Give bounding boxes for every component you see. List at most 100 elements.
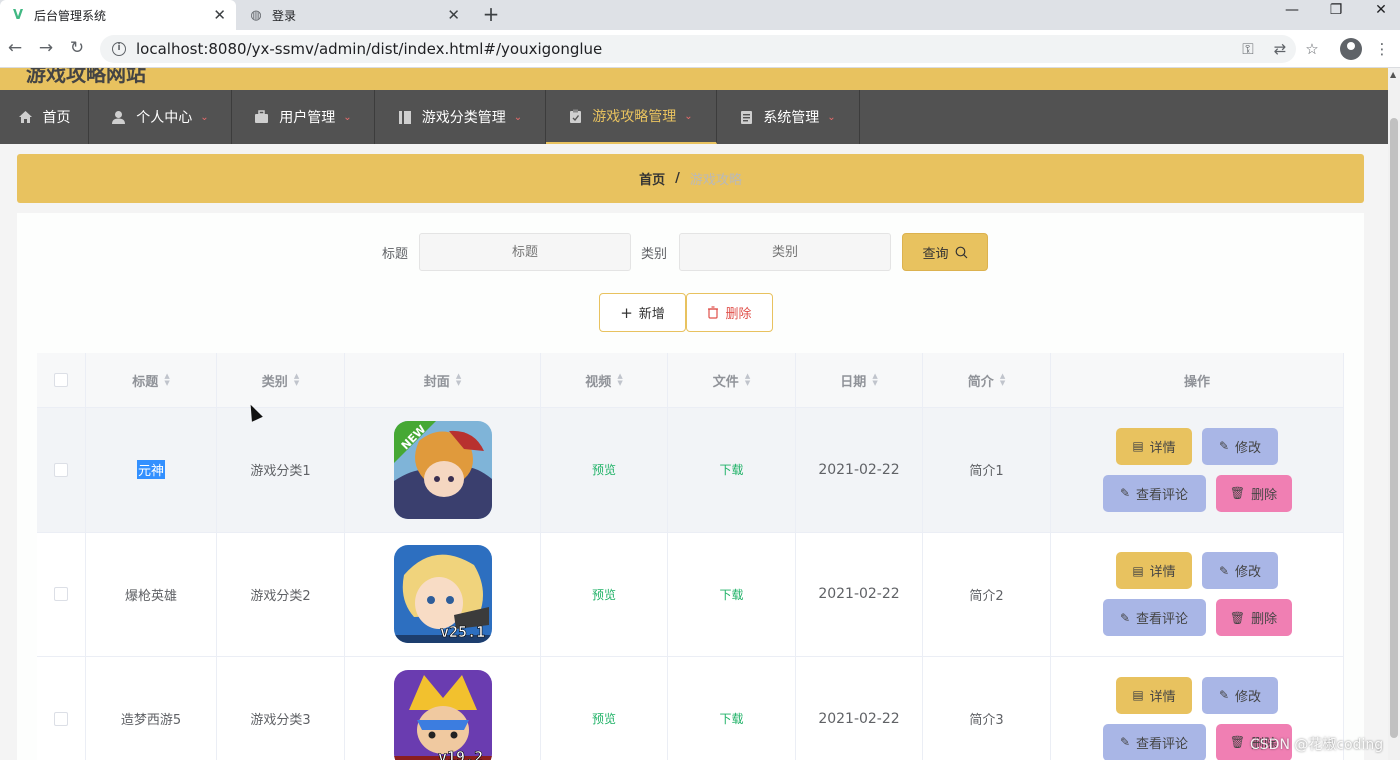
table-row[interactable]: 爆枪英雄 游戏分类2 v25.1 预览 下载 2021-02-22 简介2 ▤ …: [37, 532, 1344, 657]
video-preview-link[interactable]: 预览: [592, 586, 616, 603]
close-icon[interactable]: ✕: [213, 6, 226, 24]
sort-icon[interactable]: ▲ ▼: [745, 373, 750, 387]
col-cover[interactable]: 封面 ▲ ▼: [345, 353, 541, 407]
minimize-icon[interactable]: —: [1280, 2, 1304, 18]
scroll-up-icon[interactable]: ▲: [1390, 70, 1396, 79]
row-select-cell: [37, 408, 86, 532]
file-download-link[interactable]: 下载: [719, 461, 743, 478]
delete-button[interactable]: 🗑 删除: [1215, 599, 1292, 637]
query-label: 查询: [922, 246, 949, 262]
menu-item-profile[interactable]: 个人中心 ⌄: [89, 90, 232, 144]
home-icon: [18, 111, 32, 123]
menu-item-game-guide[interactable]: 游戏攻略管理 ⌄: [546, 90, 717, 144]
close-icon[interactable]: ✕: [447, 6, 460, 24]
restore-icon[interactable]: ❐: [1324, 2, 1348, 18]
row-select-cell: [37, 657, 86, 760]
delete-label: 删除: [1251, 612, 1278, 628]
col-file[interactable]: 文件 ▲ ▼: [668, 353, 796, 407]
edit-button[interactable]: ✎ 修改: [1202, 427, 1278, 465]
query-button[interactable]: 查询: [902, 233, 988, 271]
browser-tab-admin[interactable]: V 后台管理系统 ✕: [0, 0, 236, 30]
menu-item-system[interactable]: 系统管理 ⌄: [717, 90, 860, 144]
address-bar[interactable]: i localhost:8080/yx-ssmv/admin/dist/inde…: [100, 35, 1296, 63]
edit-label: 修改: [1235, 689, 1262, 705]
window-close-icon[interactable]: ✕: [1369, 2, 1393, 18]
kebab-menu-icon[interactable]: ⋮: [1372, 39, 1392, 59]
cover-art-gun-hero: v25.1: [393, 545, 492, 644]
forward-icon[interactable]: →: [36, 38, 56, 58]
sort-icon[interactable]: ▲ ▼: [617, 373, 622, 387]
video-preview-link[interactable]: 预览: [592, 461, 616, 478]
row-checkbox[interactable]: [54, 587, 68, 602]
batch-delete-button[interactable]: 删除: [686, 293, 773, 332]
reload-icon[interactable]: ↻: [67, 38, 87, 58]
table-row[interactable]: 造梦西游5 游戏分类3 v19.2 预览 下载 2021-02-22 简介3 ▤…: [37, 657, 1344, 760]
detail-button[interactable]: ▤ 详情: [1116, 676, 1192, 714]
tab-title: 登录: [272, 8, 297, 23]
new-tab-button[interactable]: +: [480, 4, 502, 26]
cover-image[interactable]: v25.1: [393, 545, 492, 644]
cover-image[interactable]: v19.2: [393, 669, 492, 760]
trash-icon: [708, 306, 719, 319]
cover-art-dream-journey: v19.2: [393, 669, 492, 760]
back-icon[interactable]: ←: [5, 38, 25, 58]
select-all-checkbox[interactable]: [54, 373, 68, 387]
cover-image[interactable]: NEW: [393, 420, 492, 519]
col-video[interactable]: 视频 ▲ ▼: [541, 353, 668, 407]
col-date[interactable]: 日期 ▲ ▼: [796, 353, 923, 407]
sort-icon[interactable]: ▲ ▼: [164, 373, 169, 387]
add-label: 新增: [638, 307, 665, 322]
table-row[interactable]: 元神 游戏分类1 NEW 预览 下载 2021-02-22 简介1 ▤ 详情 ✎…: [37, 408, 1344, 533]
briefcase-icon: [255, 110, 269, 123]
site-info-icon[interactable]: i: [112, 42, 126, 56]
edit-button[interactable]: ✎ 修改: [1202, 676, 1278, 714]
cell-file: 下载: [668, 408, 796, 532]
breadcrumb-home[interactable]: 首页: [639, 169, 665, 188]
vue-logo-icon: V: [12, 7, 24, 23]
col-title-label: 标题: [132, 374, 159, 390]
view-comments-button[interactable]: ✎ 查看评论: [1102, 474, 1206, 512]
browser-tab-login[interactable]: ◍ 登录 ✕: [238, 0, 470, 30]
sort-icon[interactable]: ▲ ▼: [294, 373, 299, 387]
row-checkbox[interactable]: [54, 711, 68, 726]
col-title[interactable]: 标题 ▲ ▼: [86, 353, 217, 407]
col-cover-label: 封面: [423, 374, 450, 390]
sort-icon[interactable]: ▲ ▼: [1000, 373, 1005, 387]
title-search-input[interactable]: [419, 233, 631, 271]
view-comments-button[interactable]: ✎ 查看评论: [1102, 723, 1206, 760]
category-search-input[interactable]: [679, 233, 891, 271]
cell-cover: v25.1: [345, 532, 541, 656]
file-download-link[interactable]: 下载: [719, 710, 743, 727]
cell-cover: v19.2: [345, 657, 541, 760]
key-icon[interactable]: ⚿: [1238, 39, 1258, 59]
col-video-label: 视频: [585, 374, 612, 390]
cover-art-genshin: NEW: [393, 420, 492, 519]
col-category[interactable]: 类别 ▲ ▼: [217, 353, 345, 407]
cell-date: 2021-02-22: [796, 408, 923, 532]
row-checkbox[interactable]: [54, 462, 68, 477]
edit-button[interactable]: ✎ 修改: [1202, 552, 1278, 590]
view-comments-button[interactable]: ✎ 查看评论: [1102, 599, 1206, 637]
guide-table: 标题 ▲ ▼ 类别 ▲ ▼ 封面 ▲ ▼ 视频 ▲ ▼ 文件 ▲ ▼ 日期 ▲ ▼ 简介 ▲ ▼ 操作 元神…: [37, 353, 1344, 760]
add-button[interactable]: + 新增: [599, 293, 686, 332]
breadcrumb-current: 游戏攻略: [689, 173, 742, 188]
cell-title: 造梦西游5: [86, 657, 217, 760]
menu-item-user-management[interactable]: 用户管理 ⌄: [232, 90, 375, 144]
pencil-icon: ✎: [1218, 439, 1230, 454]
menu-item-home[interactable]: 首页: [0, 90, 89, 144]
detail-button[interactable]: ▤ 详情: [1116, 552, 1192, 590]
delete-button[interactable]: 🗑 删除: [1215, 474, 1292, 512]
scrollbar-thumb[interactable]: [1390, 118, 1398, 738]
sort-icon[interactable]: ▲ ▼: [872, 373, 877, 387]
page-scrollbar[interactable]: ▲: [1388, 68, 1400, 760]
menu-item-game-category[interactable]: 游戏分类管理 ⌄: [375, 90, 546, 144]
cell-file: 下载: [668, 657, 796, 760]
profile-avatar[interactable]: [1340, 38, 1362, 60]
translate-icon[interactable]: ⇄: [1270, 39, 1290, 59]
bookmark-star-icon[interactable]: ☆: [1302, 39, 1322, 59]
col-intro[interactable]: 简介 ▲ ▼: [923, 353, 1051, 407]
sort-icon[interactable]: ▲ ▼: [456, 373, 461, 387]
file-download-link[interactable]: 下载: [719, 586, 743, 603]
detail-button[interactable]: ▤ 详情: [1116, 427, 1192, 465]
video-preview-link[interactable]: 预览: [592, 710, 616, 727]
